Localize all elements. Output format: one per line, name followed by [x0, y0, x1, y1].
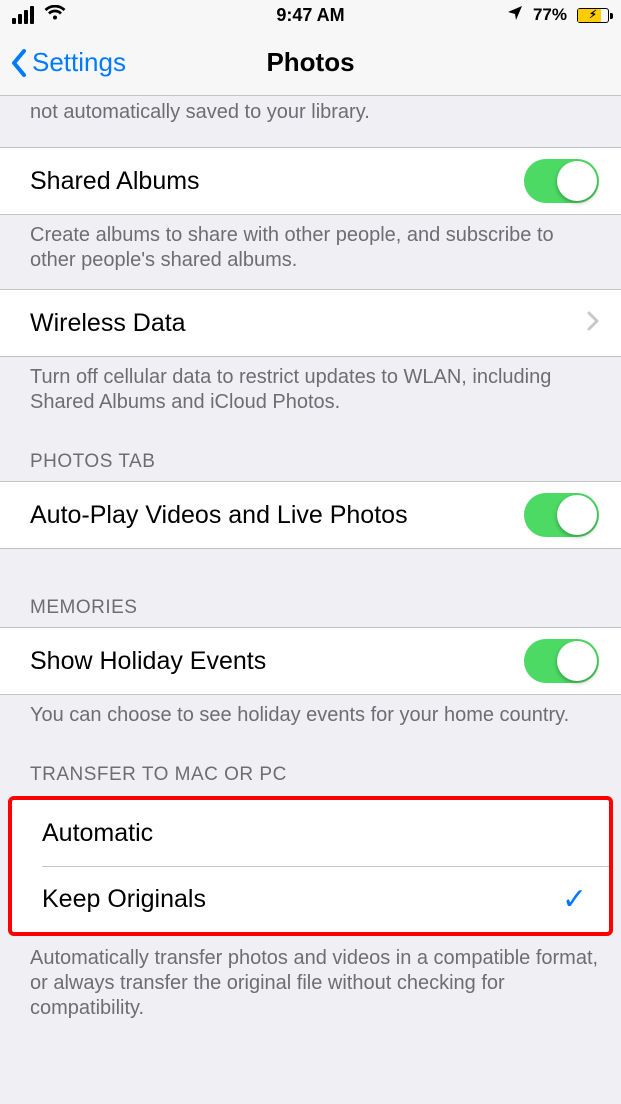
memories-footer: You can choose to see holiday events for… [0, 695, 621, 744]
back-label: Settings [32, 47, 126, 78]
autoplay-label: Auto-Play Videos and Live Photos [30, 501, 408, 530]
location-icon [507, 5, 523, 26]
transfer-keep-originals-label: Keep Originals [42, 885, 206, 914]
autoplay-row[interactable]: Auto-Play Videos and Live Photos [0, 482, 621, 548]
checkmark-icon: ✓ [562, 882, 587, 917]
highlight-annotation: Automatic Keep Originals ✓ [8, 796, 613, 936]
battery-percent: 77% [533, 5, 567, 25]
shared-albums-footer: Create albums to share with other people… [0, 215, 621, 289]
autoplay-toggle[interactable] [524, 493, 599, 537]
wireless-data-footer: Turn off cellular data to restrict updat… [0, 357, 621, 431]
transfer-option-automatic[interactable]: Automatic [12, 800, 609, 866]
wifi-icon [44, 5, 66, 26]
holiday-events-row[interactable]: Show Holiday Events [0, 628, 621, 694]
wireless-data-label: Wireless Data [30, 309, 186, 338]
battery-icon: ⚡︎ [577, 8, 609, 23]
cellular-signal-icon [12, 6, 34, 24]
transfer-option-keep-originals[interactable]: Keep Originals ✓ [12, 866, 609, 932]
holiday-events-toggle[interactable] [524, 639, 599, 683]
transfer-header: TRANSFER TO MAC OR PC [0, 744, 621, 794]
nav-bar: Settings Photos [0, 30, 621, 96]
status-bar: 9:47 AM 77% ⚡︎ [0, 0, 621, 30]
memories-header: MEMORIES [0, 549, 621, 627]
back-button[interactable]: Settings [0, 47, 126, 78]
shared-albums-toggle[interactable] [524, 159, 599, 203]
transfer-footer: Automatically transfer photos and videos… [0, 938, 621, 1037]
photos-tab-header: PHOTOS TAB [0, 431, 621, 481]
partial-footer-text: not automatically saved to your library. [0, 96, 621, 147]
transfer-automatic-label: Automatic [42, 819, 153, 848]
shared-albums-row[interactable]: Shared Albums [0, 148, 621, 214]
chevron-left-icon [10, 48, 28, 78]
holiday-events-label: Show Holiday Events [30, 647, 266, 676]
chevron-right-icon [587, 309, 599, 338]
wireless-data-row[interactable]: Wireless Data [0, 290, 621, 356]
shared-albums-label: Shared Albums [30, 167, 200, 196]
